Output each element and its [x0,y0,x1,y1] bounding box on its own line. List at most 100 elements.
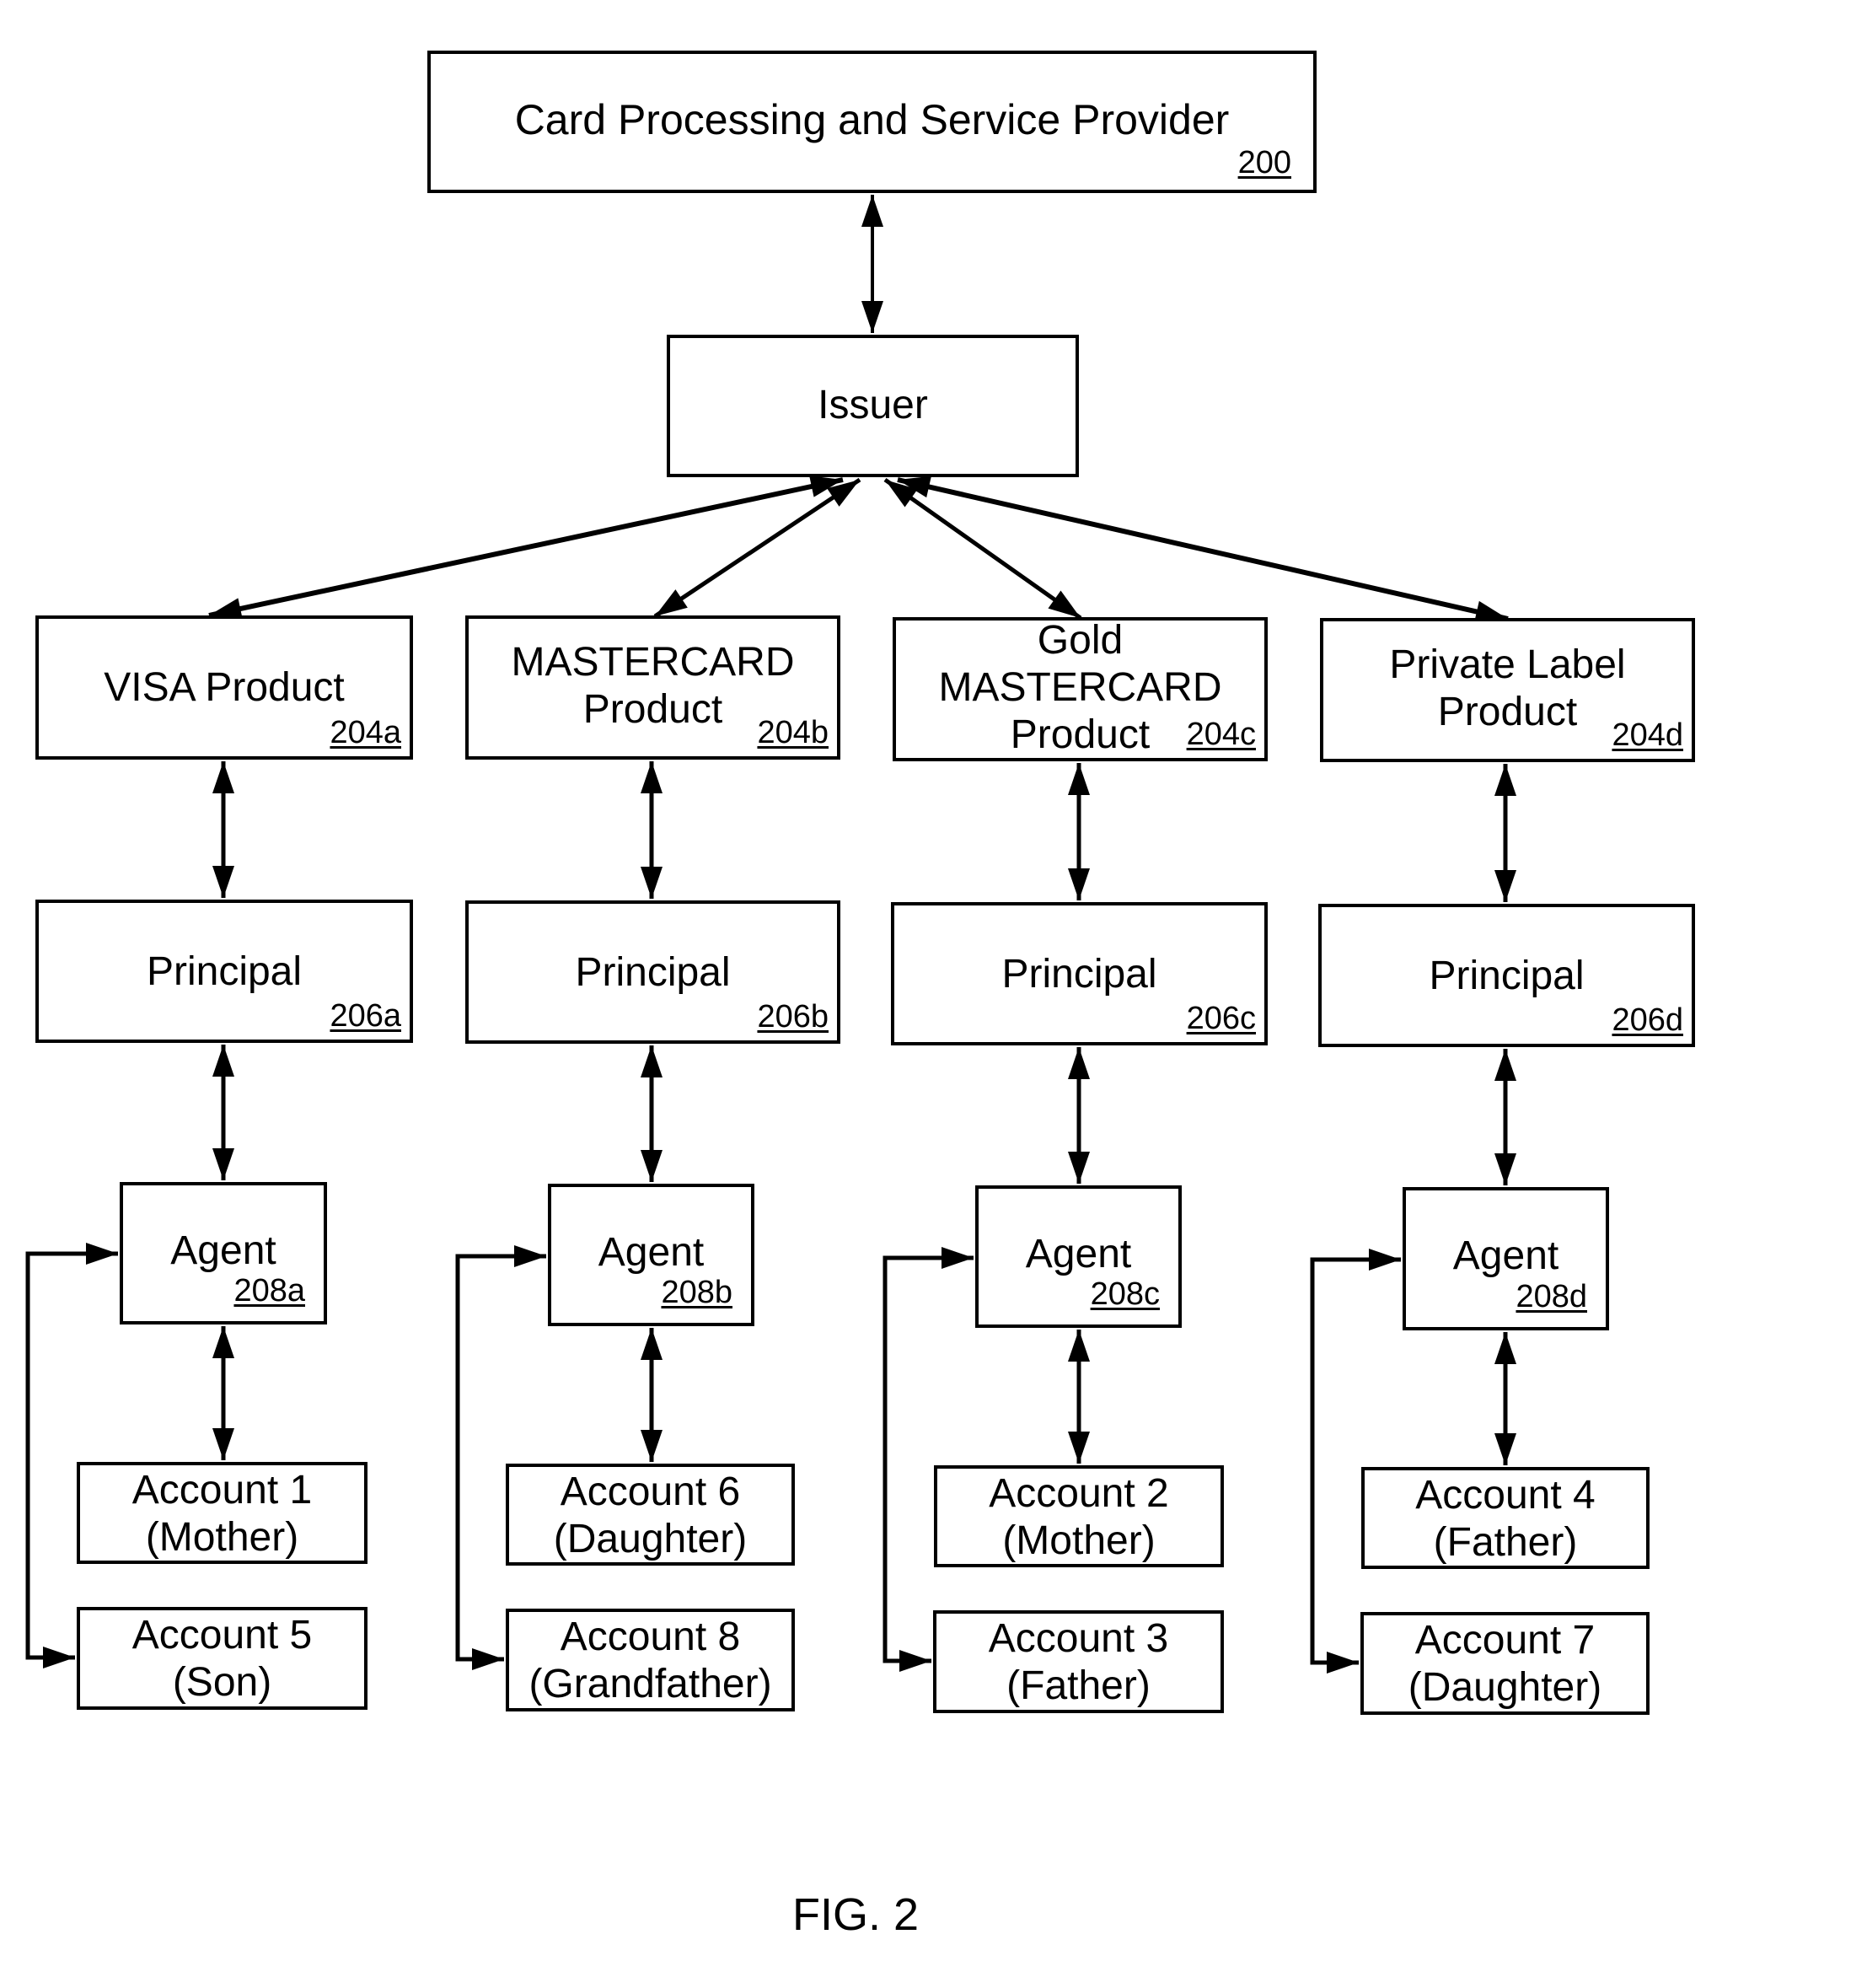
provider-ref: 200 [1237,145,1291,180]
agent-ref: 208d [1516,1279,1587,1314]
arrowhead-icon [641,1430,663,1462]
agent-ref: 208b [661,1275,732,1310]
account-label: Account 5 [131,1613,313,1658]
account-label: Account 7 [1414,1618,1596,1663]
issuer-label: Issuer [818,383,928,427]
arrowhead-icon [43,1647,75,1668]
arrowhead-icon [861,195,883,227]
issuer-product-connector [208,477,844,618]
figure-caption: FIG. 2 [791,1889,920,1940]
arrowhead-icon [1494,1153,1516,1185]
arrowhead-icon [1494,870,1516,902]
account-box: Account 6 (Daughter) [506,1464,795,1566]
account-label: Account 1 [131,1468,313,1512]
product-label: VISA Product [104,665,345,710]
principal-label: Principal [146,949,303,994]
arrowhead-icon [1327,1652,1359,1674]
agent-ref: 208c [1090,1276,1160,1312]
product-box-gold-mastercard: Gold MASTERCARD Product 204c [893,617,1268,761]
account-holder: (Father) [1006,1663,1151,1708]
arrowhead-icon [1369,1249,1401,1271]
agent-box: Agent 208d [1403,1187,1609,1330]
account-label: Account 2 [989,1471,1169,1516]
arrowhead-icon [1494,1049,1516,1081]
agent-ref: 208a [233,1273,305,1308]
account-holder: (Daughter) [553,1517,748,1561]
principal-ref: 206b [757,999,829,1034]
agent-loop-connector [25,1251,86,1660]
account-box: Account 8 (Grandfather) [506,1609,795,1711]
arrowhead-icon [472,1648,504,1670]
arrowhead-icon [641,867,663,899]
account-label: Account 4 [1415,1473,1596,1518]
arrowhead-icon [1068,763,1090,795]
agent-label: Agent [1025,1232,1132,1276]
account-label: Account 6 [560,1470,741,1514]
arrowhead-icon [212,866,234,898]
agent-label: Agent [598,1230,705,1275]
product-ref: 204c [1186,717,1256,752]
principal-label: Principal [1001,952,1157,997]
arrowhead-icon [641,1328,663,1360]
principal-box: Principal 206d [1318,904,1695,1047]
arrowhead-icon [1068,868,1090,900]
product-box-private-label: Private Label Product 204d [1320,618,1695,762]
arrowhead-icon [641,761,663,793]
arrowhead-icon [212,1326,234,1358]
arrowhead-icon [1068,1432,1090,1464]
account-holder: (Mother) [145,1515,299,1560]
arrowhead-icon [1494,1433,1516,1465]
principal-label: Principal [1429,954,1585,998]
product-box-mastercard: MASTERCARD Product 204b [465,615,840,760]
account-holder: (Daughter) [1408,1665,1602,1710]
arrowhead-icon [1068,1330,1090,1362]
principal-box: Principal 206b [465,900,840,1044]
arrowhead-icon [655,589,688,616]
agent-loop-connector [1310,1257,1369,1665]
issuer-product-connector [897,477,1509,621]
arrowhead-icon [861,301,883,333]
agent-loop-connector [883,1255,942,1663]
product-ref: 204b [757,715,829,750]
arrowhead-icon [641,1150,663,1182]
product-box-visa: VISA Product 204a [35,615,413,760]
account-holder: (Mother) [1002,1518,1156,1563]
product-ref: 204a [330,715,401,750]
account-holder: (Son) [172,1660,272,1705]
account-holder: (Grandfather) [528,1662,772,1706]
agent-box: Agent 208b [548,1184,754,1326]
arrowhead-icon [212,761,234,793]
provider-label: Card Processing and Service Provider [514,96,1230,143]
arrowhead-icon [1048,590,1081,618]
arrowhead-icon [942,1247,974,1269]
arrowhead-icon [1494,764,1516,796]
arrowhead-icon [212,1428,234,1460]
arrowhead-icon [899,1650,931,1672]
account-box: Account 3 (Father) [933,1610,1224,1713]
arrowhead-icon [1494,1332,1516,1364]
provider-box: Card Processing and Service Provider 200 [427,51,1317,193]
agent-box: Agent 208c [975,1185,1182,1328]
account-box: Account 7 (Daughter) [1360,1612,1650,1715]
agent-loop-connector [455,1254,514,1662]
arrowhead-icon [1068,1047,1090,1079]
principal-ref: 206d [1612,1002,1683,1038]
arrowhead-icon [514,1245,546,1267]
agent-label: Agent [1452,1233,1559,1278]
issuer-box: Issuer [667,335,1079,477]
principal-box: Principal 206c [891,902,1268,1045]
arrowhead-icon [212,1045,234,1077]
arrowhead-icon [212,1148,234,1180]
principal-ref: 206c [1186,1001,1256,1036]
account-box: Account 1 (Mother) [77,1462,367,1564]
account-label: Account 3 [988,1616,1169,1661]
arrowhead-icon [1068,1152,1090,1184]
account-holder: (Father) [1433,1520,1578,1565]
agent-label: Agent [170,1228,276,1273]
account-box: Account 5 (Son) [77,1607,367,1710]
agent-box: Agent 208a [120,1182,327,1324]
account-box: Account 2 (Mother) [934,1465,1224,1567]
arrowhead-icon [641,1045,663,1077]
principal-box: Principal 206a [35,900,413,1043]
principal-label: Principal [575,950,731,995]
